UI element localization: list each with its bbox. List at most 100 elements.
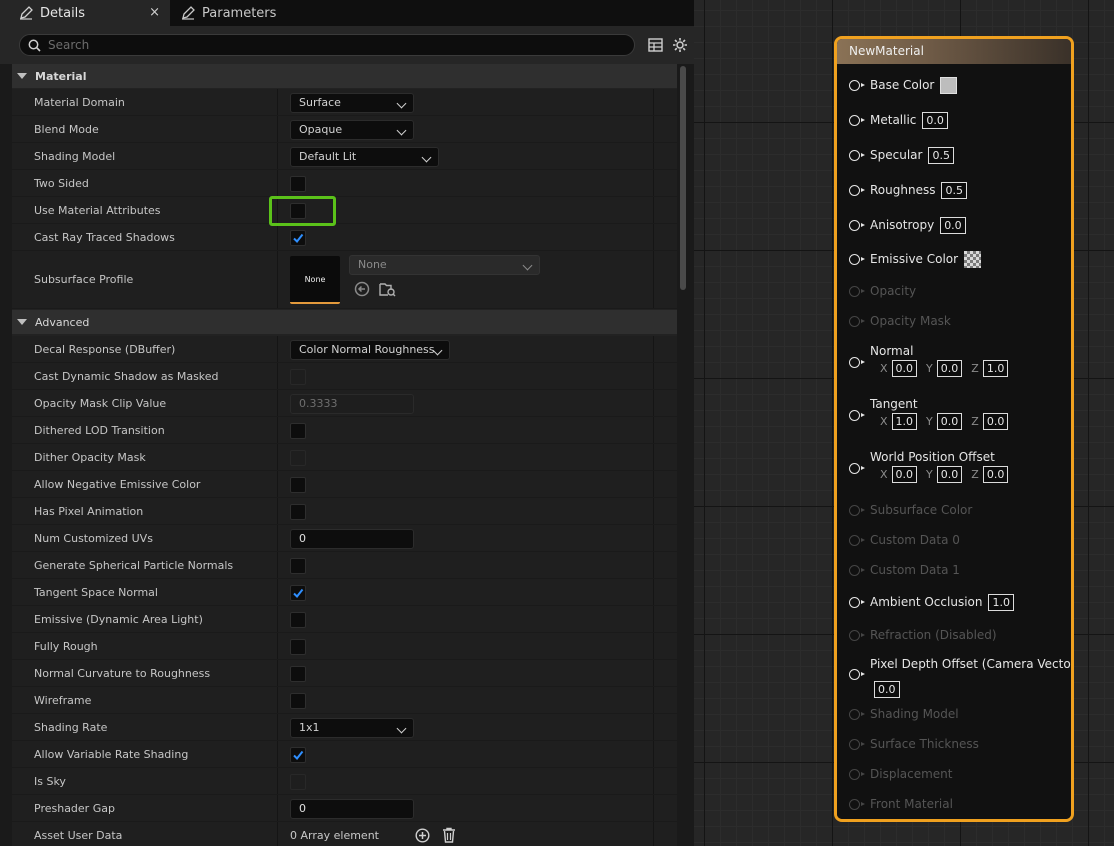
num-customized-uvs-input[interactable]: 0 xyxy=(290,529,414,549)
pin-connector-icon[interactable] xyxy=(849,409,865,421)
decal-response-dropdown[interactable]: Color Normal Roughness xyxy=(290,340,450,360)
table-view-icon[interactable] xyxy=(648,38,663,52)
pin-connector-icon[interactable] xyxy=(849,534,865,546)
pin-shading-model[interactable]: Shading Model xyxy=(849,704,959,724)
material-node[interactable]: NewMaterial Base Color Metallic 0.0 Specu… xyxy=(834,36,1074,822)
pin-roughness[interactable]: Roughness 0.5 xyxy=(849,180,967,200)
shading-model-dropdown[interactable]: Default Lit xyxy=(290,147,439,167)
normal-z-value[interactable]: 1.0 xyxy=(982,360,1009,377)
pin-connector-icon[interactable] xyxy=(849,219,865,231)
pdo-value[interactable]: 0.0 xyxy=(874,681,900,698)
wpo-z-value[interactable]: 0.0 xyxy=(982,466,1009,483)
search-box[interactable] xyxy=(19,34,635,56)
asset-thumbnail[interactable]: None xyxy=(290,256,340,304)
pin-custom-data-1[interactable]: Custom Data 1 xyxy=(849,560,960,580)
add-element-icon[interactable] xyxy=(415,828,430,843)
pin-subsurface-color[interactable]: Subsurface Color xyxy=(849,500,972,520)
emissive-area-light-checkbox[interactable] xyxy=(290,612,306,628)
collapse-arrow-icon[interactable] xyxy=(17,73,27,79)
pin-ambient-occlusion[interactable]: Ambient Occlusion 1.0 xyxy=(849,592,1014,612)
pin-metallic[interactable]: Metallic 0.0 xyxy=(849,110,948,130)
pin-surface-thickness[interactable]: Surface Thickness xyxy=(849,734,979,754)
pin-connector-icon[interactable] xyxy=(849,114,865,126)
normal-curvature-checkbox[interactable] xyxy=(290,666,306,682)
pin-connector-icon[interactable] xyxy=(849,798,865,810)
pin-opacity-mask[interactable]: Opacity Mask xyxy=(849,311,951,331)
pin-refraction[interactable]: Refraction (Disabled) xyxy=(849,625,997,645)
axis-y-label: Y xyxy=(926,362,933,375)
pin-value[interactable]: 0.5 xyxy=(941,181,967,199)
pin-connector-icon[interactable] xyxy=(849,149,865,161)
pin-connector-icon[interactable] xyxy=(849,708,865,720)
pin-value[interactable]: 1.0 xyxy=(988,593,1014,611)
normal-y-value[interactable]: 0.0 xyxy=(936,360,963,377)
pin-front-material[interactable]: Front Material xyxy=(849,794,953,814)
tab-parameters[interactable]: Parameters xyxy=(172,0,302,26)
gen-spherical-normals-checkbox[interactable] xyxy=(290,558,306,574)
wireframe-checkbox[interactable] xyxy=(290,693,306,709)
color-swatch[interactable] xyxy=(940,76,958,94)
pin-connector-icon[interactable] xyxy=(849,668,865,680)
tangent-x-value[interactable]: 1.0 xyxy=(891,413,918,430)
pin-value[interactable]: 0.0 xyxy=(922,111,948,129)
pin-displacement[interactable]: Displacement xyxy=(849,764,953,784)
pin-connector-icon[interactable] xyxy=(849,768,865,780)
is-sky-checkbox[interactable] xyxy=(290,774,306,790)
pin-connector-icon[interactable] xyxy=(849,738,865,750)
pin-emissive-color[interactable]: Emissive Color xyxy=(849,249,982,269)
subsurface-profile-dropdown[interactable]: None xyxy=(349,255,540,275)
checker-swatch[interactable] xyxy=(964,250,982,268)
pin-custom-data-0[interactable]: Custom Data 0 xyxy=(849,530,960,550)
scrollbar[interactable] xyxy=(680,66,686,290)
allow-negative-emissive-checkbox[interactable] xyxy=(290,477,306,493)
tab-details[interactable]: Details × xyxy=(0,0,170,26)
pin-connector-icon[interactable] xyxy=(849,462,865,474)
pin-connector-icon[interactable] xyxy=(849,356,865,368)
shading-rate-dropdown[interactable]: 1x1 xyxy=(290,718,414,738)
cast-ray-traced-shadows-checkbox[interactable] xyxy=(290,230,306,246)
wpo-y-value[interactable]: 0.0 xyxy=(936,466,963,483)
gear-icon[interactable] xyxy=(672,37,688,53)
pin-base-color[interactable]: Base Color xyxy=(849,75,958,95)
category-material[interactable]: Material xyxy=(12,64,677,88)
use-selected-asset-icon[interactable] xyxy=(354,281,370,297)
dithered-lod-checkbox[interactable] xyxy=(290,423,306,439)
pin-value[interactable]: 0.0 xyxy=(940,216,966,234)
preshader-gap-input[interactable]: 0 xyxy=(290,799,414,819)
category-advanced[interactable]: Advanced xyxy=(12,310,677,334)
checkmark-icon xyxy=(293,750,304,761)
collapse-arrow-icon[interactable] xyxy=(17,319,27,325)
material-domain-dropdown[interactable]: Surface xyxy=(290,93,414,113)
pin-connector-icon[interactable] xyxy=(849,596,865,608)
pin-connector-icon[interactable] xyxy=(849,253,865,265)
trash-icon[interactable] xyxy=(442,827,456,843)
search-input[interactable] xyxy=(48,38,608,52)
pin-opacity[interactable]: Opacity xyxy=(849,281,916,301)
pin-value[interactable]: 0.5 xyxy=(928,146,954,164)
pin-specular[interactable]: Specular 0.5 xyxy=(849,145,954,165)
pin-anisotropy[interactable]: Anisotropy 0.0 xyxy=(849,215,966,235)
cast-dynamic-shadow-masked-checkbox[interactable] xyxy=(290,369,306,385)
pin-connector-icon[interactable] xyxy=(849,285,865,297)
tangent-space-normal-checkbox[interactable] xyxy=(290,585,306,601)
two-sided-checkbox[interactable] xyxy=(290,176,306,192)
tangent-y-value[interactable]: 0.0 xyxy=(936,413,963,430)
close-icon[interactable]: × xyxy=(149,5,160,20)
pin-connector-icon[interactable] xyxy=(849,564,865,576)
opacity-mask-clip-input[interactable]: 0.3333 xyxy=(290,394,414,414)
highlight-box xyxy=(269,196,336,226)
pin-connector-icon[interactable] xyxy=(849,315,865,327)
wpo-x-value[interactable]: 0.0 xyxy=(891,466,918,483)
has-pixel-animation-checkbox[interactable] xyxy=(290,504,306,520)
fully-rough-checkbox[interactable] xyxy=(290,639,306,655)
pin-connector-icon[interactable] xyxy=(849,184,865,196)
normal-x-value[interactable]: 0.0 xyxy=(891,360,918,377)
pin-connector-icon[interactable] xyxy=(849,79,865,91)
tangent-z-value[interactable]: 0.0 xyxy=(982,413,1009,430)
dither-opacity-mask-checkbox[interactable] xyxy=(290,450,306,466)
allow-vrs-checkbox[interactable] xyxy=(290,747,306,763)
pin-connector-icon[interactable] xyxy=(849,629,865,641)
blend-mode-dropdown[interactable]: Opaque xyxy=(290,120,414,140)
browse-folder-icon[interactable] xyxy=(379,281,396,297)
pin-connector-icon[interactable] xyxy=(849,504,865,516)
